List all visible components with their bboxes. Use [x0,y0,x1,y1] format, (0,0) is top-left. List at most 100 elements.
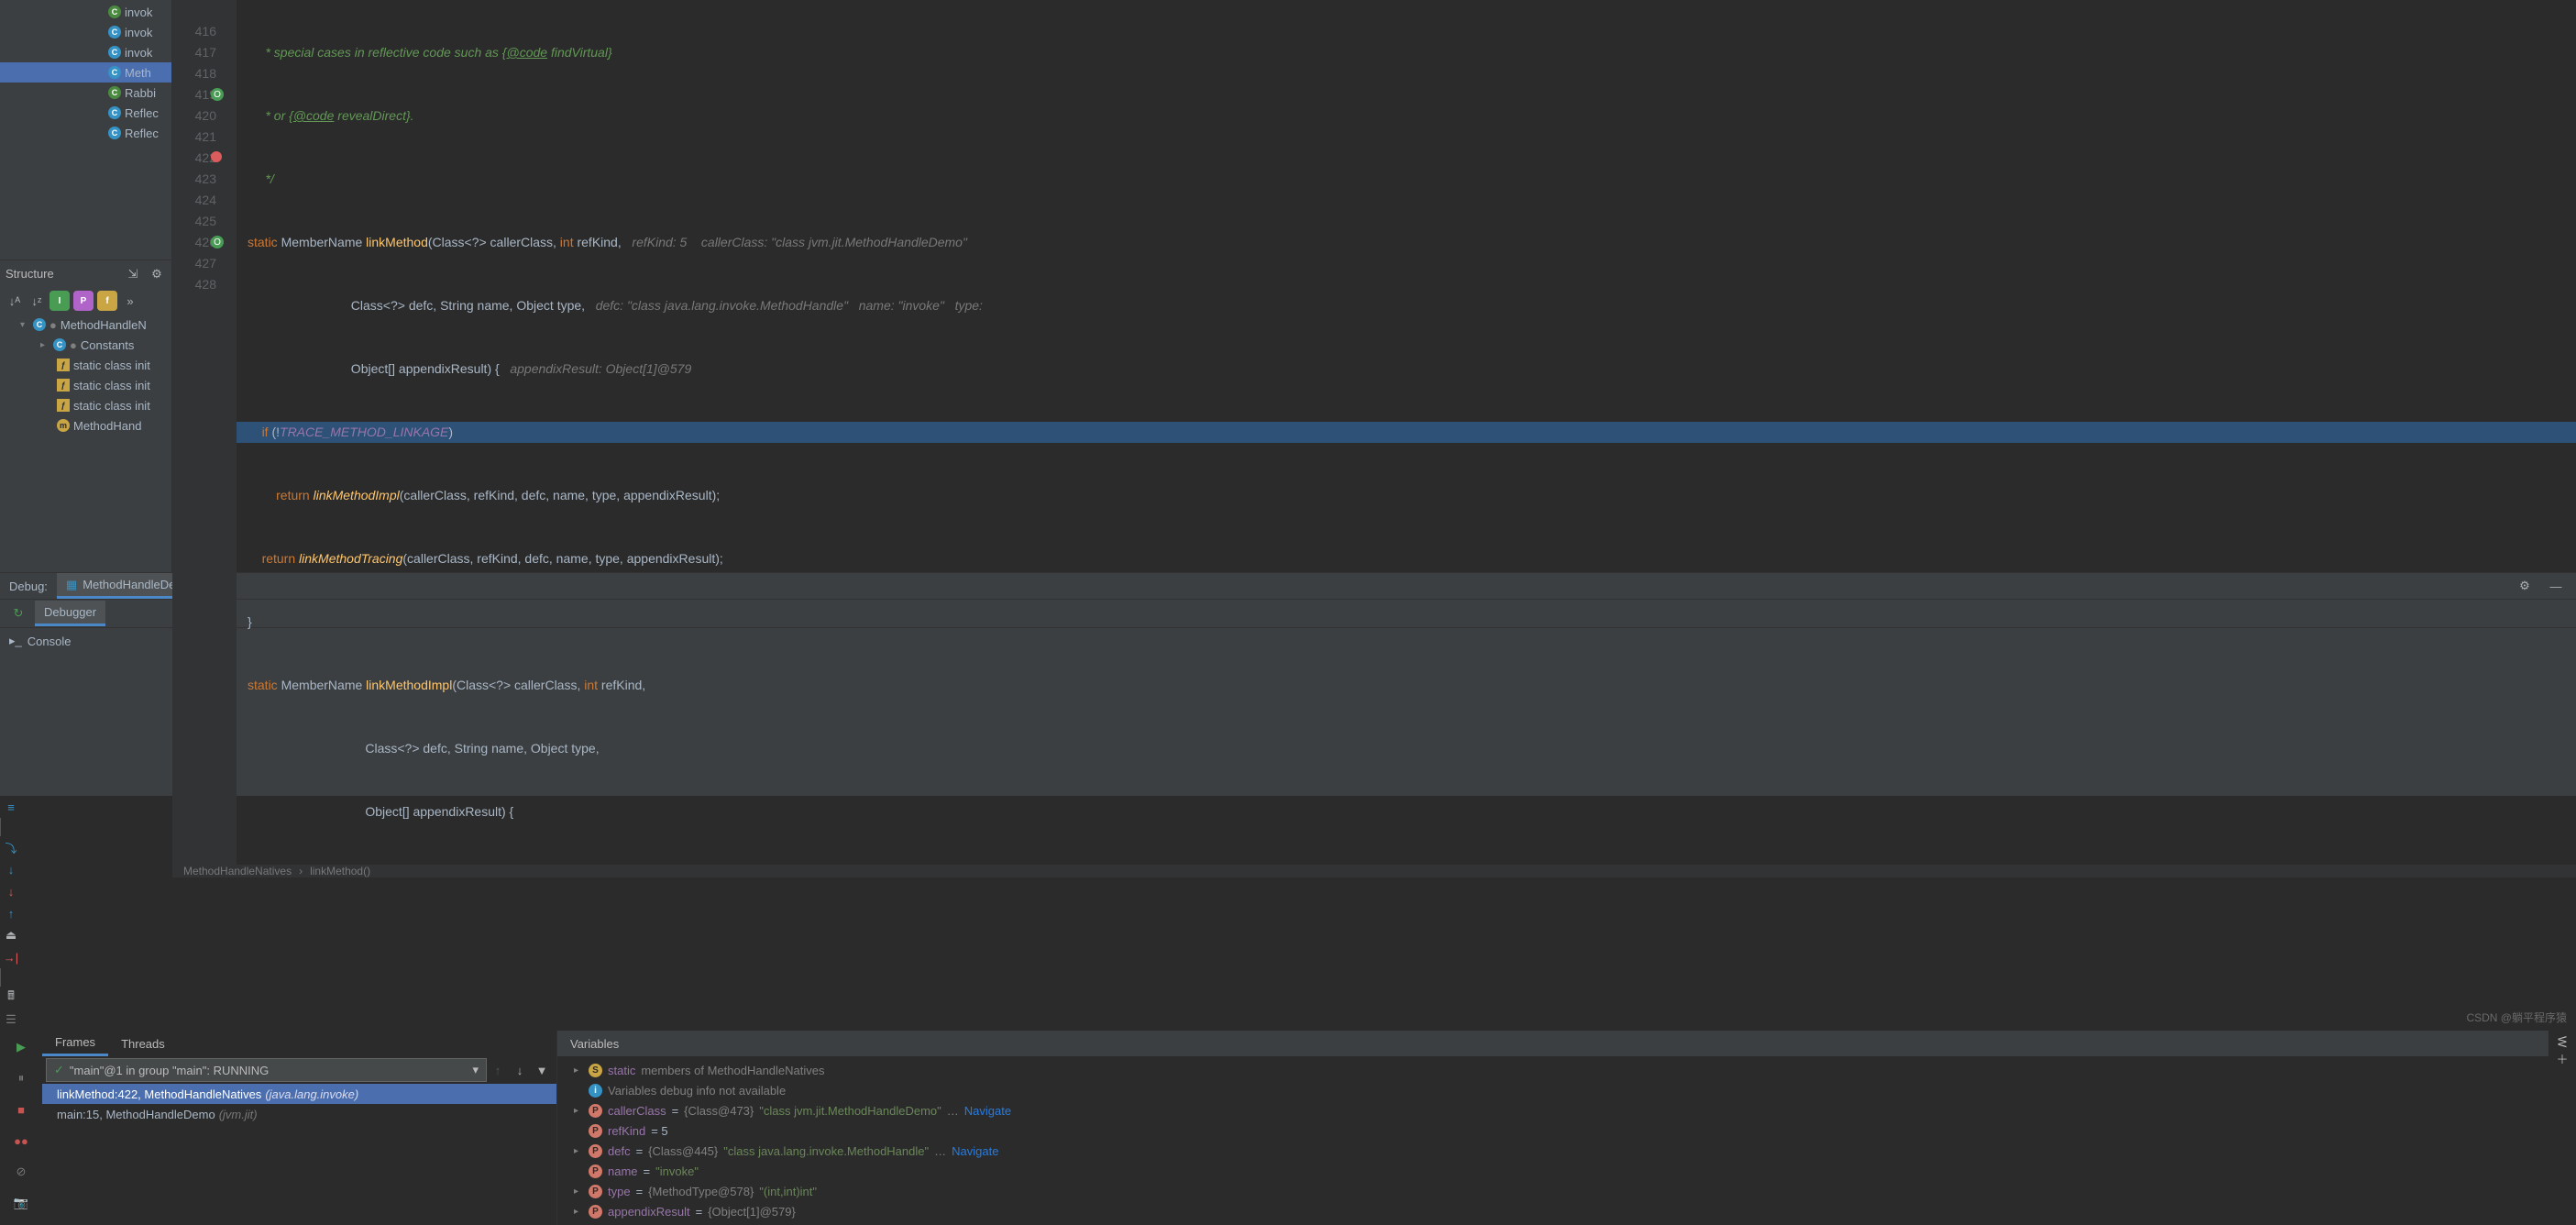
breakpoint-icon[interactable] [211,151,222,162]
param-icon: P [589,1185,602,1198]
param-icon: P [589,1104,602,1118]
frames-list[interactable]: linkMethod:422, MethodHandleNatives (jav… [42,1084,556,1225]
filter-button[interactable]: I [50,291,70,311]
chevron-right-icon[interactable]: ▸ [574,1207,583,1217]
filter-button[interactable]: f [97,291,117,311]
thread-selector[interactable]: ✓ "main"@1 in group "main": RUNNING ▾ [46,1058,487,1082]
sort-icon[interactable]: ↓ᴬ [6,292,24,310]
static-icon: S [589,1064,602,1077]
trace-icon[interactable]: ☰ [0,1009,22,1031]
structure-item[interactable]: ▸C●Constants [4,335,171,355]
next-frame-icon[interactable]: ↓ [509,1059,531,1081]
structure-item[interactable]: mMethodHand [4,415,171,436]
stop-icon[interactable]: ■ [10,1098,32,1120]
breadcrumb-item[interactable]: MethodHandleNatives [183,865,292,877]
class-icon: C [108,106,121,119]
class-icon: C [108,66,121,79]
watermark: CSDN @躺平程序猿 [2466,1010,2567,1025]
breadcrumb[interactable]: MethodHandleNatives›linkMethod() [172,865,2576,877]
watches-label[interactable]: W [2556,1036,2570,1047]
variable-row[interactable]: ▸Sstatic members of MethodHandleNatives [557,1060,2548,1080]
evaluate-icon[interactable]: 🖩 [0,987,22,1009]
tree-item[interactable]: Cinvok [0,2,171,22]
variable-row[interactable]: ▸PappendixResult = {Object[1]@579} [557,1201,2548,1221]
chevron-down-icon: ▾ [472,1063,479,1077]
add-watch-icon[interactable]: ＋ [2551,1047,2573,1069]
debugger-tab[interactable]: Debugger [35,601,105,626]
filter-button[interactable]: P [73,291,94,311]
structure-tree[interactable]: ▾C●MethodHandleN ▸C●Constants ƒstatic cl… [0,315,171,572]
variable-row[interactable]: ▸Pdefc = {Class@445} "class java.lang.in… [557,1141,2548,1161]
sort-icon[interactable]: ↓ᶻ [28,292,46,310]
field-icon: ƒ [57,379,70,392]
settings-icon[interactable]: ⚙ [148,265,166,283]
chevron-right-icon[interactable]: ▸ [574,1146,583,1156]
chevron-right-icon[interactable]: ▸ [574,1186,583,1197]
collapse-icon[interactable]: ⇲ [124,265,142,283]
param-icon: P [589,1164,602,1178]
frame-row[interactable]: main:15, MethodHandleDemo (jvm.jit) [42,1104,556,1124]
breadcrumb-item[interactable]: linkMethod() [310,865,370,877]
class-icon: C [33,318,46,331]
override-icon[interactable]: O [211,236,224,248]
check-icon: ✓ [54,1063,64,1077]
variable-row[interactable]: ▸Ptype = {MethodType@578} "(int,int)int" [557,1181,2548,1201]
pause-icon[interactable]: ⏸ [10,1067,32,1089]
variable-row[interactable]: PrefKind = 5 [557,1120,2548,1141]
variables-title: Variables [557,1031,2548,1056]
structure-toolbar: ↓ᴬ ↓ᶻ I P f » [0,287,171,315]
more-icon[interactable]: » [121,292,139,310]
tree-item[interactable]: CMeth [0,62,171,83]
structure-item[interactable]: ƒstatic class init [4,375,171,395]
param-icon: P [589,1205,602,1219]
chevron-right-icon[interactable]: ▸ [40,340,50,350]
info-icon: i [589,1084,602,1098]
variable-row[interactable]: Pname = "invoke" [557,1161,2548,1181]
frame-row[interactable]: linkMethod:422, MethodHandleNatives (jav… [42,1084,556,1104]
variable-row[interactable]: ▸PcallerClass = {Class@473} "class jvm.j… [557,1100,2548,1120]
step-out-icon[interactable]: ↑ [0,902,22,924]
class-icon: C [108,86,121,99]
resume-icon[interactable]: ▶ [10,1036,32,1058]
variables-list[interactable]: ▸Sstatic members of MethodHandleNatives … [557,1056,2548,1225]
param-icon: P [589,1124,602,1138]
tree-item[interactable]: Cinvok [0,22,171,42]
debug-title: Debug: [9,579,48,593]
override-icon[interactable]: O [211,88,224,101]
rerun-icon[interactable]: ↻ [7,602,29,624]
threads-icon[interactable]: ≡ [0,796,22,818]
structure-item[interactable]: ƒstatic class init [4,395,171,415]
tree-item[interactable]: Cinvok [0,42,171,62]
project-tree[interactable]: Cinvok Cinvok Cinvok CMeth CRabbi CRefle… [0,0,171,259]
gutter[interactable]: 416 417 418 419O 420 421 422 423 424 425… [172,0,237,865]
tree-item[interactable]: CReflec [0,103,171,123]
force-step-into-icon[interactable]: ↓ [0,880,22,902]
tree-item[interactable]: CReflec [0,123,171,143]
step-over-icon[interactable]: ⤵ [0,836,22,858]
frames-tab[interactable]: Frames [42,1031,108,1056]
tree-item[interactable]: CRabbi [0,83,171,103]
chevron-down-icon[interactable]: ▾ [20,320,29,330]
run-to-cursor-icon[interactable]: →| [0,946,22,968]
frames-panel: Frames Threads ✓ "main"@1 in group "main… [42,1031,557,1225]
camera-icon[interactable]: 📷 [10,1192,32,1214]
filter-icon[interactable]: ▼ [531,1059,553,1081]
navigate-link[interactable]: Navigate [964,1104,1011,1118]
drop-frame-icon[interactable]: ⏏ [0,924,22,946]
variables-panel: Variables ▸Sstatic members of MethodHand… [557,1031,2548,1225]
threads-tab[interactable]: Threads [108,1031,178,1056]
step-into-icon[interactable]: ↓ [0,858,22,880]
class-icon: C [108,26,121,39]
mute-breakpoints-icon[interactable]: ⊘ [10,1161,32,1183]
view-breakpoints-icon[interactable]: ●● [10,1130,32,1152]
code-text[interactable]: * special cases in reflective code such … [237,0,2576,865]
chevron-right-icon[interactable]: ▸ [574,1106,583,1116]
code-editor[interactable]: 416 417 418 419O 420 421 422 423 424 425… [172,0,2576,865]
method-icon: m [57,419,70,432]
prev-frame-icon[interactable]: ↑ [487,1059,509,1081]
chevron-right-icon[interactable]: ▸ [574,1065,583,1076]
structure-title: Structure [6,267,54,281]
navigate-link[interactable]: Navigate [952,1144,998,1158]
structure-item[interactable]: ▾C●MethodHandleN [4,315,171,335]
structure-item[interactable]: ƒstatic class init [4,355,171,375]
